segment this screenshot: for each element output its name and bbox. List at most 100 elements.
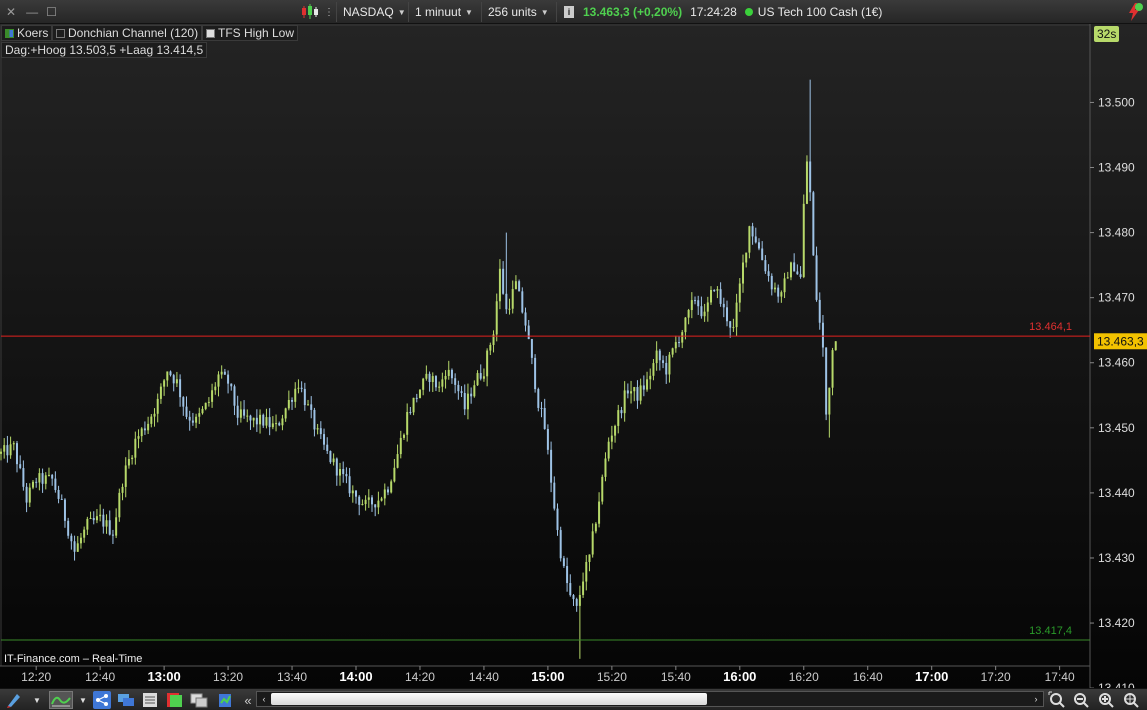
orders-icon[interactable] bbox=[165, 691, 183, 709]
candle-body bbox=[303, 388, 306, 406]
daily-high-low-box: Dag:+Hoog 13.503,5 +Laag 13.414,5 bbox=[1, 42, 208, 58]
candle-body bbox=[511, 289, 514, 309]
candle-body bbox=[131, 457, 134, 460]
chevron-down-icon[interactable]: ▼ bbox=[77, 691, 89, 709]
windows-icon[interactable] bbox=[190, 691, 208, 709]
candle-body bbox=[783, 278, 786, 293]
candle-body bbox=[668, 354, 671, 375]
candle-body bbox=[326, 444, 329, 451]
candle-body bbox=[335, 458, 338, 476]
candle-body bbox=[156, 398, 159, 414]
candle-body bbox=[489, 344, 492, 351]
info-icon[interactable]: i bbox=[564, 6, 574, 18]
candle-body bbox=[476, 373, 479, 386]
candle-body bbox=[255, 417, 258, 425]
candle-body bbox=[44, 475, 47, 484]
candle-body bbox=[70, 535, 73, 542]
list-icon[interactable] bbox=[141, 691, 159, 709]
candle-body bbox=[227, 374, 230, 384]
candle-body bbox=[604, 458, 607, 477]
time-tick-label: 13:20 bbox=[213, 670, 243, 684]
candle-body bbox=[751, 226, 754, 237]
candle-body bbox=[812, 192, 815, 256]
candle-body bbox=[834, 341, 837, 351]
instrument-dropdown[interactable]: NASDAQ ▼ bbox=[343, 0, 406, 24]
units-label: 256 units bbox=[488, 5, 537, 19]
candle-body bbox=[422, 378, 425, 390]
candle-body bbox=[28, 487, 31, 503]
close-icon[interactable]: ✕ bbox=[6, 5, 16, 19]
scroll-right-icon[interactable]: › bbox=[1030, 692, 1042, 706]
scroll-left-icon[interactable]: ‹ bbox=[258, 692, 270, 706]
candle-body bbox=[831, 350, 834, 388]
candle-body bbox=[118, 492, 121, 518]
zoom-fit-icon[interactable] bbox=[1048, 691, 1066, 709]
candle-body bbox=[220, 371, 223, 375]
candle-body bbox=[159, 386, 162, 399]
restore-icon[interactable]: ☐ bbox=[46, 5, 57, 19]
zoom-in-icon[interactable] bbox=[1097, 691, 1115, 709]
pencil-draw-icon[interactable] bbox=[5, 691, 23, 709]
candle-body bbox=[0, 451, 2, 454]
candle-body bbox=[738, 283, 741, 303]
candle-body bbox=[386, 489, 389, 493]
toolbar-divider bbox=[556, 2, 557, 22]
time-tick-label: 17:20 bbox=[981, 670, 1011, 684]
share-icon[interactable] bbox=[93, 691, 111, 709]
units-dropdown[interactable]: 256 units ▼ bbox=[488, 0, 549, 24]
live-status-icon bbox=[744, 8, 753, 16]
candle-body bbox=[594, 523, 597, 532]
candle-body bbox=[140, 428, 143, 437]
candle-body bbox=[239, 409, 242, 418]
candle-body bbox=[681, 332, 684, 343]
candle-body bbox=[658, 350, 661, 361]
chat-icon[interactable] bbox=[117, 691, 135, 709]
candle-body bbox=[799, 274, 802, 277]
candle-body bbox=[773, 287, 776, 290]
flash-icon[interactable] bbox=[1124, 0, 1144, 24]
candle-body bbox=[642, 385, 645, 390]
zoom-out-icon[interactable] bbox=[1072, 691, 1090, 709]
daily-high-low-text: Dag:+Hoog 13.503,5 +Laag 13.414,5 bbox=[5, 43, 204, 57]
legend-tfs[interactable]: TFS High Low bbox=[202, 25, 299, 41]
minimize-icon[interactable]: — bbox=[26, 5, 38, 19]
candle-body bbox=[150, 416, 153, 424]
candle-body bbox=[534, 357, 537, 390]
candle-body bbox=[265, 417, 268, 426]
toolbar-divider bbox=[408, 2, 409, 22]
scroll-updown-icon[interactable]: ⋮ bbox=[324, 0, 334, 24]
interval-dropdown[interactable]: 1 minuut ▼ bbox=[415, 0, 473, 24]
candle-body bbox=[825, 347, 828, 415]
chart-type-icon[interactable] bbox=[49, 691, 73, 709]
candle-body bbox=[191, 420, 194, 423]
candle-body bbox=[821, 322, 824, 348]
candlestick-icon[interactable] bbox=[300, 0, 320, 24]
chevron-down-icon[interactable]: ▼ bbox=[31, 691, 43, 709]
legend-donchian[interactable]: Donchian Channel (120) bbox=[52, 25, 203, 41]
price-chart[interactable]: 13.464,1 13.417,4 13.500 13.490 13.480 13.47… bbox=[0, 24, 1147, 688]
candle-body bbox=[121, 486, 124, 493]
candle-body bbox=[166, 371, 169, 381]
candle-body bbox=[108, 520, 111, 535]
candle-body bbox=[47, 474, 50, 476]
candle-body bbox=[527, 325, 530, 340]
legend-koers[interactable]: Koers bbox=[1, 25, 53, 41]
candle-body bbox=[431, 376, 434, 383]
crosshair-zoom-icon[interactable] bbox=[1122, 691, 1140, 709]
candle-body bbox=[562, 558, 565, 567]
trade-icon[interactable] bbox=[216, 691, 234, 709]
time-tick-label: 16:40 bbox=[853, 670, 883, 684]
chart-area[interactable]: 13.464,1 13.417,4 13.500 13.490 13.480 13.47… bbox=[0, 24, 1147, 688]
candle-body bbox=[543, 407, 546, 429]
chart-scrollbar[interactable]: ‹ › bbox=[256, 691, 1044, 707]
candle-body bbox=[546, 428, 549, 450]
candle-body bbox=[281, 418, 284, 426]
candle-body bbox=[172, 375, 175, 384]
candle-body bbox=[802, 203, 805, 277]
candle-body bbox=[284, 408, 287, 419]
scrollbar-thumb[interactable] bbox=[271, 693, 707, 705]
collapse-icon[interactable]: « bbox=[239, 691, 257, 709]
time-tick-label: 15:20 bbox=[597, 670, 627, 684]
candle-body bbox=[786, 277, 789, 279]
candle-body bbox=[307, 404, 310, 406]
